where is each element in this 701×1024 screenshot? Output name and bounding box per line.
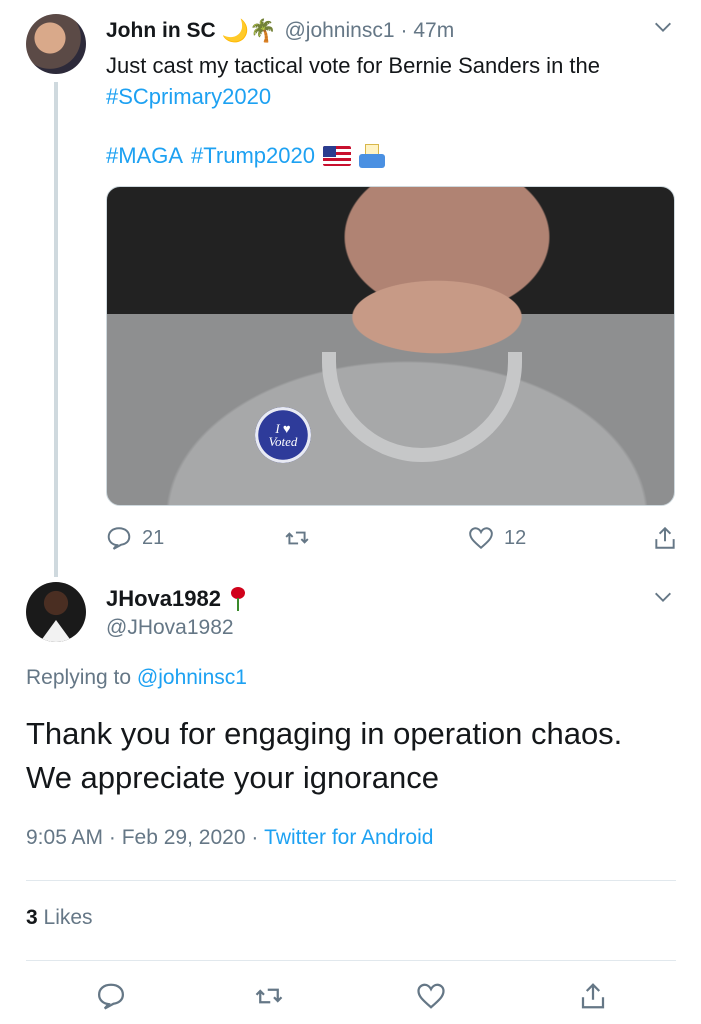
share-button[interactable] [652,522,678,554]
reply-count: 21 [142,526,165,549]
replying-prefix: Replying to [26,666,132,689]
like-button[interactable] [416,980,446,1012]
reply-button[interactable] [96,980,126,1012]
avatar[interactable] [26,14,86,74]
meta-separator: · [103,826,122,849]
share-button[interactable] [578,980,608,1012]
avatar[interactable] [26,582,86,642]
divider [26,960,676,961]
mention-link[interactable]: @johninsc1 [137,666,247,689]
hashtag-link[interactable]: #MAGA [106,140,183,171]
likes-number: 3 [26,906,38,929]
heart-icon [417,983,445,1009]
retweet-button[interactable] [254,980,284,1012]
user-handle[interactable]: @johninsc1 [284,19,394,43]
tweet-header: John in SC 🌙🌴 @johninsc1 · 47m [106,16,454,46]
share-icon [581,983,605,1009]
hashtag-link[interactable]: #SCprimary2020 [106,81,686,112]
tweet-time: 9:05 AM [26,826,104,849]
tweet-hashtags: #MAGA #Trump2020 [106,140,385,171]
tweet-actions: 21 12 [106,522,681,554]
tweet-timestamp: 9:05 AM · Feb 29, 2020 · Twitter for And… [26,826,433,850]
meta-separator: · [245,826,265,849]
divider [26,880,676,881]
likes-label: Likes [43,906,93,929]
tweet-date: Feb 29, 2020 [121,826,246,849]
retweet-button[interactable] [284,522,320,554]
name-emoji: 🌙🌴 [221,18,277,43]
display-name[interactable]: John in SC [106,19,216,43]
retweet-icon [285,531,309,545]
reply-actions [0,980,701,1016]
chevron-down-icon[interactable] [652,16,674,38]
ballot-box-icon [358,143,385,168]
likes-count-link[interactable]: 3 Likes [26,906,93,930]
heart-icon [469,527,493,550]
thread-connector [54,82,58,577]
us-flag-icon [322,145,351,166]
reply-button[interactable]: 21 [106,522,164,554]
like-count: 12 [504,526,527,549]
shirt-collar [322,352,522,462]
user-handle[interactable]: @JHova1982 [106,616,234,640]
rose-icon [229,587,247,611]
tweet-time: · 47m [400,19,455,42]
chevron-down-icon[interactable] [652,586,674,608]
tweet-photo[interactable]: I ♥ Voted [106,186,675,506]
retweet-icon [255,988,283,1004]
sticker-text: Voted [268,434,298,449]
display-name[interactable]: JHova1982 [106,586,221,612]
tweet-source-link[interactable]: Twitter for Android [264,826,433,850]
reply-icon [107,527,131,550]
tweet-text-line: Just cast my tactical vote for Bernie Sa… [106,53,601,78]
like-button[interactable]: 12 [468,522,526,554]
replying-to: Replying to @johninsc1 [26,666,247,690]
reply-icon [97,983,125,1010]
parent-tweet[interactable]: John in SC 🌙🌴 @johninsc1 · 47m Just cast… [0,0,701,577]
reply-text: Thank you for engaging in operation chao… [26,716,623,795]
tweet-text: Just cast my tactical vote for Bernie Sa… [106,50,686,112]
voted-sticker: I ♥ Voted [255,407,311,463]
hashtag-link[interactable]: #Trump2020 [191,140,315,171]
reply-author: JHova1982 [106,586,247,612]
share-icon [655,526,675,549]
